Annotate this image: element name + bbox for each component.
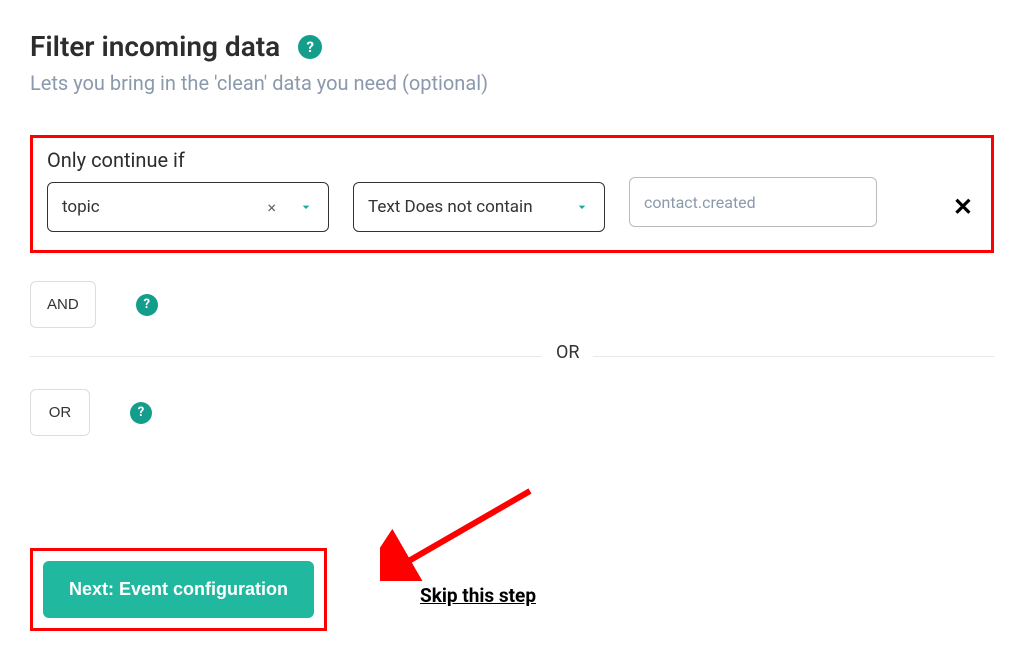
help-icon[interactable]: ?: [136, 294, 158, 316]
filter-condition-box: Only continue if topic × Text Does not c…: [30, 135, 994, 253]
or-button[interactable]: OR: [30, 389, 90, 436]
chevron-down-icon: [298, 199, 314, 215]
help-icon[interactable]: ?: [130, 402, 152, 424]
next-button[interactable]: Next: Event configuration: [43, 561, 314, 618]
operator-value: Text Does not contain: [368, 197, 533, 217]
value-input[interactable]: contact.created: [629, 177, 877, 227]
clear-field-icon[interactable]: ×: [267, 198, 276, 217]
next-button-highlight: Next: Event configuration: [30, 548, 327, 631]
or-row: OR ?: [30, 389, 994, 436]
skip-link[interactable]: Skip this step: [420, 584, 536, 607]
help-icon[interactable]: ?: [298, 35, 322, 59]
filter-label: Only continue if: [47, 148, 977, 172]
and-button[interactable]: AND: [30, 281, 96, 328]
or-divider: [30, 356, 994, 357]
or-divider-label: OR: [542, 342, 593, 363]
page-subtitle: Lets you bring in the 'clean' data you n…: [30, 71, 994, 95]
field-value: topic: [62, 197, 100, 217]
and-row: AND ?: [30, 281, 994, 328]
annotation-arrow: [380, 481, 540, 581]
remove-condition-icon[interactable]: ✕: [953, 193, 977, 221]
page-title: Filter incoming data: [30, 30, 280, 63]
chevron-down-icon: [574, 199, 590, 215]
field-dropdown[interactable]: topic ×: [47, 182, 329, 232]
filter-row: topic × Text Does not contain contact.cr…: [47, 182, 977, 232]
operator-dropdown[interactable]: Text Does not contain: [353, 182, 605, 232]
